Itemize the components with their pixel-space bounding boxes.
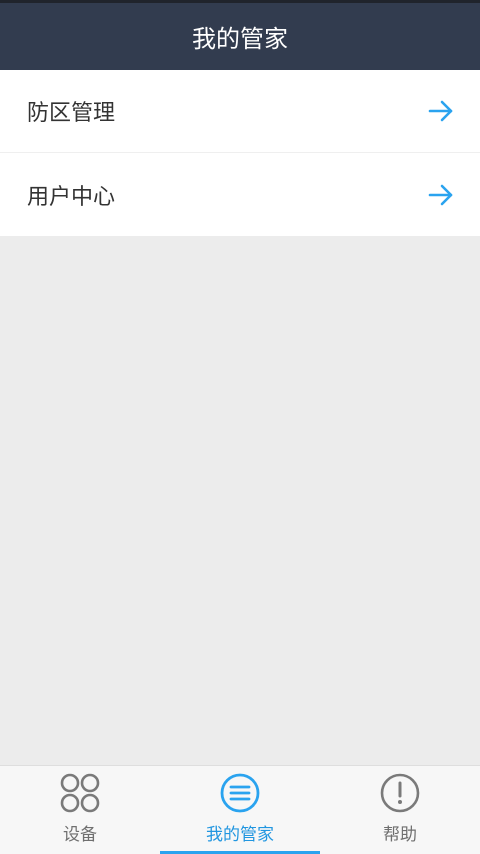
menu-item-user-center[interactable]: 用户中心 [0, 153, 480, 236]
arrow-right-icon [428, 100, 453, 122]
title-bar: 我的管家 [0, 0, 480, 70]
page-title: 我的管家 [192, 25, 288, 53]
tab-help[interactable]: 帮助 [320, 766, 480, 854]
list-menu-icon [220, 773, 260, 813]
tab-label: 我的管家 [206, 825, 274, 845]
devices-grid-icon [60, 773, 100, 813]
bottom-tab-bar: 设备 我的管家 帮助 [0, 765, 480, 854]
settings-menu: 防区管理 用户中心 [0, 70, 480, 236]
exclamation-circle-icon [380, 773, 420, 813]
menu-item-label: 防区管理 [27, 101, 116, 126]
tab-my-butler[interactable]: 我的管家 [160, 766, 320, 854]
menu-item-label: 用户中心 [27, 184, 116, 210]
app-screen: 我的管家 防区管理 用户中心 设备 我的管家 帮助 [0, 0, 480, 854]
tab-label: 设备 [63, 825, 97, 845]
tab-devices[interactable]: 设备 [0, 766, 160, 854]
tab-label: 帮助 [383, 825, 417, 845]
menu-item-zone-management[interactable]: 防区管理 [0, 70, 480, 153]
arrow-right-icon [428, 184, 453, 205]
